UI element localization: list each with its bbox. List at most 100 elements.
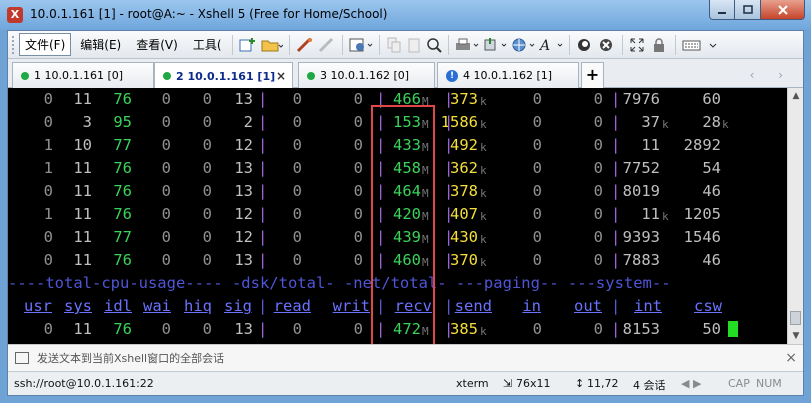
- stat-wai: 0: [161, 90, 171, 108]
- column-separator: |: [258, 90, 268, 108]
- terminal-output[interactable]: 0 11 76 0 0 13 0 0 466 373 0 0 7976 60 | | | | Mk 0 3 95 0 0 2 0 0…: [8, 88, 787, 344]
- stat-int: 11: [641, 136, 660, 154]
- toolbar-separator: [447, 34, 449, 55]
- tab-session-1[interactable]: 1 10.0.1.161 [0]: [12, 62, 154, 88]
- minimize-button[interactable]: [709, 0, 735, 20]
- open-folder-button[interactable]: [259, 34, 285, 56]
- send-unit: k: [480, 164, 487, 177]
- stat-read: 0: [292, 113, 302, 131]
- column-header-idl: idl: [104, 297, 132, 315]
- stat-in: 0: [532, 136, 542, 154]
- stat-send: 430: [450, 228, 478, 246]
- recv-unit: M: [422, 141, 429, 154]
- fullscreen-button[interactable]: [627, 34, 649, 56]
- window-title: 10.0.1.161 [1] - root@A:~ - Xshell 5 (Fr…: [30, 7, 388, 21]
- tab-session-3[interactable]: 3 10.0.1.162 [0]: [298, 62, 435, 88]
- stat-sig: 12: [234, 136, 253, 154]
- copy-button[interactable]: [384, 34, 404, 56]
- compose-bar[interactable]: 发送文本到当前Xshell窗口的全部会话 ×: [8, 344, 803, 371]
- stat-csw: 50: [702, 320, 721, 338]
- send-unit: k: [480, 118, 487, 131]
- tab-close-icon[interactable]: ×: [276, 69, 286, 83]
- reconnect-button[interactable]: [316, 34, 338, 56]
- toolbar-separator: [378, 34, 380, 55]
- stat-in: 0: [532, 320, 542, 338]
- menu-edit[interactable]: 编辑(E): [74, 33, 127, 56]
- disconnect-icon: [296, 37, 312, 52]
- scroll-thumb[interactable]: [790, 311, 801, 325]
- folder-icon: [261, 40, 283, 51]
- stat-recv: 464: [393, 182, 421, 200]
- column-separator: |: [258, 136, 268, 154]
- column-separator: |: [444, 251, 454, 269]
- window-controls: [709, 0, 805, 20]
- stat-csw: 46: [702, 182, 721, 200]
- stat-sig: 12: [234, 228, 253, 246]
- stat-recv: 420: [393, 205, 421, 223]
- stat-usr: 0: [43, 182, 53, 200]
- stat-usr: 1: [43, 136, 53, 154]
- properties-button[interactable]: [347, 34, 375, 56]
- tab-session-4[interactable]: ! 4 10.0.1.162 [1]: [437, 62, 579, 88]
- column-separator: |: [376, 297, 386, 315]
- stat-read: 0: [292, 159, 302, 177]
- compose-close-icon[interactable]: ×: [785, 350, 797, 366]
- xftp-button[interactable]: [596, 34, 618, 56]
- stat-sys: 10: [73, 136, 92, 154]
- keyboard-button[interactable]: [680, 34, 706, 56]
- paste-button[interactable]: [404, 34, 424, 56]
- font-icon: A: [539, 38, 562, 53]
- menu-view[interactable]: 查看(V): [130, 33, 184, 56]
- column-header-usr: usr: [24, 297, 52, 315]
- close-button[interactable]: [761, 0, 805, 20]
- stat-in: 0: [532, 251, 542, 269]
- stat-read: 0: [292, 90, 302, 108]
- stat-int: 7976: [622, 90, 660, 108]
- column-header-writ: writ: [332, 297, 370, 315]
- menu-file[interactable]: 文件(F): [19, 33, 72, 56]
- tab-session-2[interactable]: 2 10.0.1.161 [1] ×: [154, 62, 293, 89]
- disconnect-button[interactable]: [294, 34, 316, 56]
- transfer-button[interactable]: [481, 34, 509, 56]
- column-separator: |: [444, 320, 454, 338]
- column-header-csw: csw: [694, 297, 722, 315]
- new-tab-button[interactable]: +: [581, 62, 604, 88]
- menu-tools[interactable]: 工具(: [187, 33, 228, 56]
- stat-sys: 11: [73, 251, 92, 269]
- scroll-down-icon[interactable]: ▼: [788, 328, 804, 344]
- maximize-button[interactable]: [735, 0, 761, 20]
- new-session-button[interactable]: [237, 34, 259, 56]
- find-button[interactable]: [424, 34, 444, 56]
- column-separator: |: [376, 228, 386, 246]
- lock-button[interactable]: [649, 34, 671, 56]
- column-header-wai: wai: [143, 297, 171, 315]
- toolbar-overflow[interactable]: [706, 34, 720, 56]
- group-header-line: ----total-cpu-usage---- -dsk/total- -net…: [8, 274, 671, 292]
- terminal-scrollbar[interactable]: ▲ ▼: [787, 88, 803, 344]
- scroll-up-icon[interactable]: ▲: [788, 88, 804, 104]
- stat-recv: 458: [393, 159, 421, 177]
- stat-out: 0: [593, 320, 603, 338]
- stats-row: 1 10 77 0 0 12 0 0 433 492 0 0 11 2892 | | | | Mk: [8, 134, 787, 157]
- column-header-line: usr sys idl wai hiq sig read writ recv send in out i…: [8, 295, 787, 318]
- stat-send: 407: [450, 205, 478, 223]
- tab-scroll-arrows[interactable]: ‹ ›: [750, 68, 793, 82]
- stat-wai: 0: [161, 113, 171, 131]
- stat-send: 362: [450, 159, 478, 177]
- stat-out: 0: [593, 205, 603, 223]
- stat-int: 37: [641, 113, 660, 131]
- stat-sig: 13: [234, 320, 253, 338]
- column-separator: |: [258, 251, 268, 269]
- font-button[interactable]: A: [537, 34, 565, 56]
- stat-in: 0: [532, 205, 542, 223]
- stat-send: 385: [450, 320, 478, 338]
- session-nav-arrows[interactable]: ◀ ▶: [681, 377, 701, 390]
- column-separator: |: [611, 251, 621, 269]
- stat-read: 0: [292, 228, 302, 246]
- print-button[interactable]: [453, 34, 481, 56]
- compose-input[interactable]: 发送文本到当前Xshell窗口的全部会话: [37, 350, 224, 366]
- script-button[interactable]: [574, 34, 596, 56]
- globe-button[interactable]: [509, 34, 537, 56]
- column-header-int: int: [634, 297, 662, 315]
- status-num: NUM: [756, 377, 782, 390]
